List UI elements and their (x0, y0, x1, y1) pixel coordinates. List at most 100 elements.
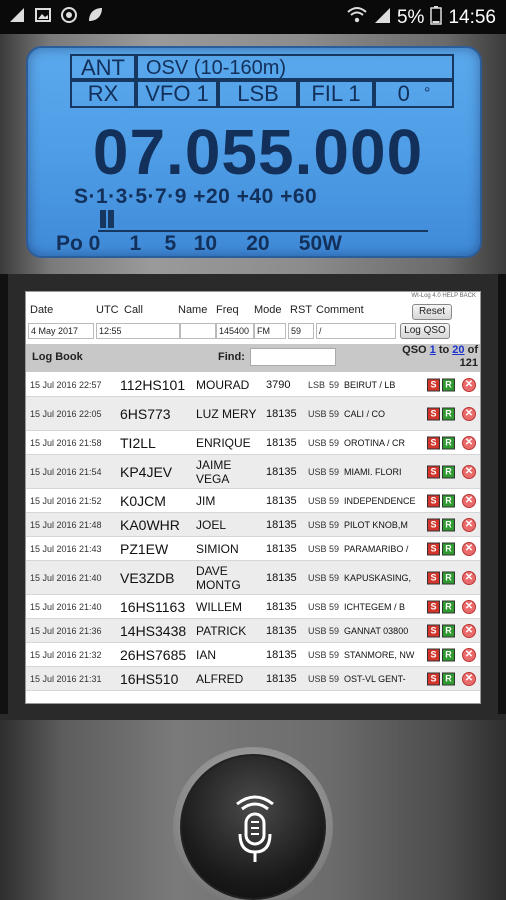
rst-input[interactable]: 59 (288, 323, 314, 339)
date-input[interactable]: 4 May 2017 (28, 323, 94, 339)
s-meter-segment (108, 210, 114, 228)
table-row[interactable]: 15 Jul 2016 21:58 TI2LL ENRIQUE 18135 USB 59 O… (26, 431, 480, 455)
log-datetime: 15 Jul 2016 21:43 (30, 543, 102, 554)
table-row[interactable]: 15 Jul 2016 21:43 PZ1EW SIMION 18135 USB 59 PA… (26, 537, 480, 561)
table-row[interactable]: 15 Jul 2016 21:31 16HS510 ALFRED 18135 USB 59… (26, 667, 480, 691)
qso-from-link[interactable]: 1 (430, 344, 436, 356)
battery-icon (430, 5, 443, 31)
log-freq: 3790 (266, 378, 291, 391)
delete-icon[interactable]: ✕ (462, 435, 476, 450)
s-meter-segment (100, 210, 106, 228)
log-mode: USB (308, 519, 327, 530)
delete-icon[interactable]: ✕ (462, 623, 476, 638)
log-datetime: 15 Jul 2016 21:48 (30, 519, 102, 530)
delete-icon[interactable]: ✕ (462, 671, 476, 686)
receive-button[interactable]: R (442, 407, 455, 420)
delete-icon[interactable]: ✕ (462, 377, 476, 392)
rx-tx-button[interactable]: RX (70, 80, 136, 108)
log-mode: USB (308, 466, 327, 477)
wifi-icon (347, 6, 367, 30)
offset-display[interactable]: 0 ° (374, 80, 454, 108)
qso-of: of (467, 344, 478, 356)
delete-icon[interactable]: ✕ (462, 464, 476, 479)
receive-button[interactable]: R (442, 600, 455, 613)
send-button[interactable]: S (427, 600, 440, 613)
send-button[interactable]: S (427, 465, 440, 478)
find-input[interactable] (250, 348, 336, 366)
table-row[interactable]: 15 Jul 2016 21:32 26HS7685 IAN 18135 USB 59 ST… (26, 643, 480, 667)
send-button[interactable]: S (427, 571, 440, 584)
log-name: PATRICK (196, 623, 247, 638)
send-button[interactable]: S (427, 624, 440, 637)
log-datetime: 15 Jul 2016 21:36 (30, 625, 102, 636)
receive-button[interactable]: R (442, 542, 455, 555)
log-datetime: 15 Jul 2016 21:40 (30, 572, 102, 583)
delete-icon[interactable]: ✕ (462, 541, 476, 556)
log-rst: 59 (329, 519, 340, 530)
log-mode: USB (308, 625, 327, 636)
log-rst: 59 (329, 601, 340, 612)
frequency-display[interactable]: 07.055.000 (58, 120, 458, 184)
receive-button[interactable]: R (442, 378, 455, 391)
send-button[interactable]: S (427, 436, 440, 449)
find-label: Find: (218, 351, 245, 363)
table-row[interactable]: 15 Jul 2016 21:48 KA0WHR JOEL 18135 USB 59 PIL… (26, 513, 480, 537)
receive-button[interactable]: R (442, 494, 455, 507)
receive-button[interactable]: R (442, 571, 455, 584)
send-button[interactable]: S (427, 542, 440, 555)
log-datetime: 15 Jul 2016 21:58 (30, 437, 102, 448)
receive-button[interactable]: R (442, 518, 455, 531)
cell-signal-icon (373, 6, 391, 30)
version-links[interactable]: Wt-Log 4.0 HELP BACK (411, 293, 476, 299)
receive-button[interactable]: R (442, 436, 455, 449)
table-row[interactable]: 15 Jul 2016 21:54 KP4JEV JAIME VEGA 18135 US… (26, 455, 480, 489)
receive-button[interactable]: R (442, 648, 455, 661)
log-comment: OROTINA / CR (344, 437, 406, 448)
log-qso-button[interactable]: Log QSO (400, 323, 450, 339)
send-button[interactable]: S (427, 648, 440, 661)
comment-input[interactable]: / (316, 323, 396, 339)
table-row[interactable]: 15 Jul 2016 21:40 VE3ZDB DAVE MONTG 18135 US… (26, 561, 480, 595)
delete-icon[interactable]: ✕ (462, 406, 476, 421)
receive-button[interactable]: R (442, 624, 455, 637)
send-button[interactable]: S (427, 407, 440, 420)
log-freq: 18135 (266, 465, 297, 478)
table-row[interactable]: 15 Jul 2016 21:40 16HS1163 WILLEM 18135 USB 5… (26, 595, 480, 619)
reset-button[interactable]: Reset (412, 304, 452, 320)
delete-icon[interactable]: ✕ (462, 517, 476, 532)
delete-icon[interactable]: ✕ (462, 599, 476, 614)
vfo-button[interactable]: VFO 1 (136, 80, 218, 108)
qso-to-link[interactable]: 20 (452, 344, 464, 356)
utc-input[interactable]: 12:55 (96, 323, 180, 339)
send-button[interactable]: S (427, 494, 440, 507)
delete-icon[interactable]: ✕ (462, 493, 476, 508)
table-row[interactable]: 15 Jul 2016 22:05 6HS773 LUZ MERY 18135 USB 5… (26, 397, 480, 431)
send-button[interactable]: S (427, 378, 440, 391)
table-row[interactable]: 15 Jul 2016 21:52 K0JCM JIM 18135 USB 59 INDEP… (26, 489, 480, 513)
send-button[interactable]: S (427, 518, 440, 531)
freq-input[interactable]: 145400 (216, 323, 254, 339)
delete-icon[interactable]: ✕ (462, 570, 476, 585)
mode-input[interactable]: FM (254, 323, 286, 339)
delete-icon[interactable]: ✕ (462, 647, 476, 662)
log-rst: 59 (329, 649, 340, 660)
band-selector[interactable]: OSV (10-160m) (136, 54, 454, 80)
table-row[interactable]: 15 Jul 2016 21:36 14HS3438 PATRICK 18135 USB… (26, 619, 480, 643)
table-row[interactable]: 15 Jul 2016 22:57 112HS101 MOURAD 3790 LSB 59… (26, 373, 480, 397)
log-freq: 18135 (266, 571, 297, 584)
log-call: KP4JEV (120, 463, 173, 480)
filter-button[interactable]: FIL 1 (298, 80, 374, 108)
receive-button[interactable]: R (442, 465, 455, 478)
ant-button[interactable]: ANT (70, 54, 136, 80)
ptt-button[interactable] (180, 754, 326, 900)
name-input[interactable] (180, 323, 216, 339)
qso-to-word: to (438, 344, 450, 356)
right-edge (498, 274, 506, 714)
mode-button[interactable]: LSB (218, 80, 298, 108)
receive-button[interactable]: R (442, 672, 455, 685)
log-comment: CALI / CO (344, 408, 386, 419)
log-mode: USB (308, 437, 327, 448)
lcd-display: ANT OSV (10-160m) RX VFO 1 LSB FIL 1 0 °… (26, 46, 482, 258)
send-button[interactable]: S (427, 672, 440, 685)
power-scale: Po 0 1 5 10 20 50W (56, 232, 342, 255)
